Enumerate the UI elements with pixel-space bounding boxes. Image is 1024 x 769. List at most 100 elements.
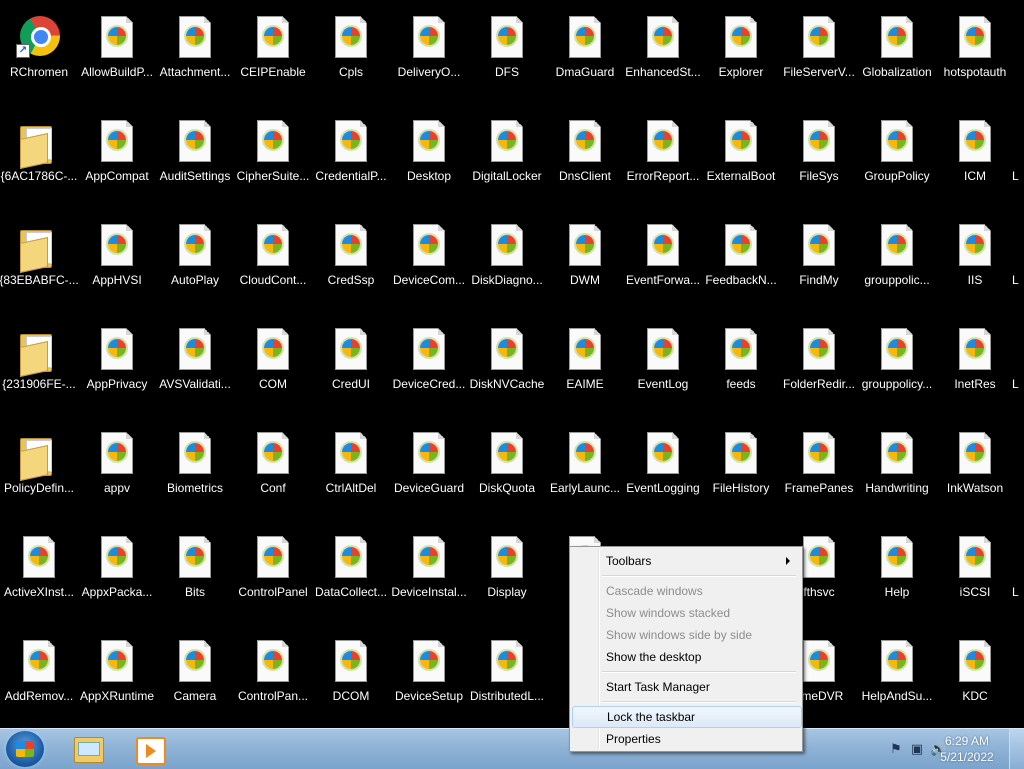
- desktop-icon[interactable]: Display: [468, 526, 546, 630]
- desktop-icon[interactable]: CtrlAltDel: [312, 422, 390, 526]
- desktop-icon[interactable]: grouppolicy...: [858, 318, 936, 422]
- desktop-icon[interactable]: EarlyLaunc...: [546, 422, 624, 526]
- desktop-icon[interactable]: KDC: [936, 630, 1014, 728]
- desktop-icon[interactable]: AllowBuildP...: [78, 6, 156, 110]
- desktop-icon[interactable]: CredUI: [312, 318, 390, 422]
- desktop-icon[interactable]: DigitalLocker: [468, 110, 546, 214]
- desktop-icon[interactable]: ExternalBoot: [702, 110, 780, 214]
- desktop-icon[interactable]: PolicyDefin...: [0, 422, 78, 526]
- desktop-icon[interactable]: AppCompat: [78, 110, 156, 214]
- desktop-icon[interactable]: DistributedL...: [468, 630, 546, 728]
- desktop-icon[interactable]: Attachment...: [156, 6, 234, 110]
- desktop-icon[interactable]: Explorer: [702, 6, 780, 110]
- desktop-icon[interactable]: DiskNVCache: [468, 318, 546, 422]
- desktop-icon[interactable]: iSCSI: [936, 526, 1014, 630]
- desktop-icon[interactable]: DeviceCom...: [390, 214, 468, 318]
- desktop-icon[interactable]: feeds: [702, 318, 780, 422]
- taskbar[interactable]: ⚑ ▣ 🔊 6:29 AM 5/21/2022: [0, 728, 1024, 769]
- menu-item-toolbars[interactable]: Toolbars: [572, 550, 800, 572]
- menu-item-start-task-manager[interactable]: Start Task Manager: [572, 676, 800, 698]
- network-icon[interactable]: ▣: [910, 742, 924, 756]
- desktop-icon[interactable]: EAIME: [546, 318, 624, 422]
- desktop-icon[interactable]: Handwriting: [858, 422, 936, 526]
- desktop-icon[interactable]: appv: [78, 422, 156, 526]
- desktop-icon[interactable]: grouppolic...: [858, 214, 936, 318]
- desktop-icon[interactable]: InetRes: [936, 318, 1014, 422]
- desktop-icon[interactable]: FileServerV...: [780, 6, 858, 110]
- desktop-icon[interactable]: IIS: [936, 214, 1014, 318]
- desktop-icon[interactable]: {231906FE-...: [0, 318, 78, 422]
- desktop-icon[interactable]: L: [1012, 214, 1024, 318]
- desktop-icon[interactable]: Globalization: [858, 6, 936, 110]
- desktop-icon[interactable]: GroupPolicy: [858, 110, 936, 214]
- desktop-icon[interactable]: DiskDiagno...: [468, 214, 546, 318]
- show-desktop-button[interactable]: [1009, 729, 1024, 769]
- desktop-icon[interactable]: FeedbackN...: [702, 214, 780, 318]
- desktop-icon[interactable]: ControlPanel: [234, 526, 312, 630]
- desktop-icon[interactable]: ErrorReport...: [624, 110, 702, 214]
- desktop-icon[interactable]: ControlPan...: [234, 630, 312, 728]
- desktop-icon[interactable]: CloudCont...: [234, 214, 312, 318]
- desktop-icon[interactable]: InkWatson: [936, 422, 1014, 526]
- desktop-icon[interactable]: EventLog: [624, 318, 702, 422]
- desktop-icon[interactable]: DCOM: [312, 630, 390, 728]
- desktop-icon[interactable]: AppXRuntime: [78, 630, 156, 728]
- desktop-icon[interactable]: AppxPacka...: [78, 526, 156, 630]
- desktop-icon[interactable]: DeviceSetup: [390, 630, 468, 728]
- menu-item-show-the-desktop[interactable]: Show the desktop: [572, 646, 800, 668]
- desktop-icon[interactable]: AutoPlay: [156, 214, 234, 318]
- menu-item-properties[interactable]: Properties: [572, 728, 800, 750]
- desktop-icon[interactable]: HelpAndSu...: [858, 630, 936, 728]
- desktop-icon[interactable]: ActiveXInst...: [0, 526, 78, 630]
- desktop-icon[interactable]: {83EBABFC-...: [0, 214, 79, 318]
- desktop[interactable]: ↗ RChromen {6AC1786C-... {83EBABFC-... {2319…: [0, 0, 1024, 728]
- desktop-icon[interactable]: DmaGuard: [546, 6, 624, 110]
- menu-item-lock-the-taskbar[interactable]: Lock the taskbar: [572, 706, 802, 728]
- desktop-icon[interactable]: L: [1012, 110, 1024, 214]
- desktop-icon[interactable]: AVSValidati...: [156, 318, 234, 422]
- desktop-icon[interactable]: DnsClient: [546, 110, 624, 214]
- start-button[interactable]: [6, 731, 44, 767]
- desktop-icon[interactable]: DeviceGuard: [390, 422, 468, 526]
- desktop-icon[interactable]: {6AC1786C-...: [0, 110, 78, 214]
- desktop-icon[interactable]: CEIPEnable: [234, 6, 312, 110]
- desktop-icon[interactable]: Cpls: [312, 6, 390, 110]
- clock[interactable]: 6:29 AM 5/21/2022: [932, 733, 1002, 765]
- desktop-icon[interactable]: L: [1012, 526, 1024, 630]
- desktop-icon[interactable]: DWM: [546, 214, 624, 318]
- desktop-icon[interactable]: Bits: [156, 526, 234, 630]
- desktop-icon[interactable]: ICM: [936, 110, 1014, 214]
- desktop-icon[interactable]: EventForwa...: [624, 214, 702, 318]
- desktop-icon[interactable]: FramePanes: [780, 422, 858, 526]
- desktop-icon[interactable]: hotspotauth: [936, 6, 1014, 110]
- desktop-icon[interactable]: Conf: [234, 422, 312, 526]
- desktop-icon[interactable]: AddRemov...: [0, 630, 78, 728]
- desktop-icon[interactable]: AppPrivacy: [78, 318, 156, 422]
- desktop-icon[interactable]: DeviceInstal...: [390, 526, 468, 630]
- desktop-icon[interactable]: AppHVSI: [78, 214, 156, 318]
- desktop-icon[interactable]: CredentialP...: [312, 110, 390, 214]
- desktop-icon[interactable]: DataCollect...: [312, 526, 390, 630]
- desktop-icon[interactable]: DiskQuota: [468, 422, 546, 526]
- desktop-icon[interactable]: ↗ RChromen: [0, 6, 78, 110]
- desktop-icon[interactable]: DFS: [468, 6, 546, 110]
- desktop-icon[interactable]: COM: [234, 318, 312, 422]
- desktop-icon[interactable]: Camera: [156, 630, 234, 728]
- desktop-icon[interactable]: CredSsp: [312, 214, 390, 318]
- desktop-icon[interactable]: EnhancedSt...: [624, 6, 702, 110]
- desktop-icon[interactable]: FindMy: [780, 214, 858, 318]
- action-center-flag-icon[interactable]: ⚑: [889, 742, 903, 756]
- desktop-icon[interactable]: FolderRedir...: [780, 318, 858, 422]
- desktop-icon[interactable]: FileSys: [780, 110, 858, 214]
- desktop-icon[interactable]: Desktop: [390, 110, 468, 214]
- desktop-icon[interactable]: DeviceCred...: [390, 318, 468, 422]
- desktop-icon[interactable]: EventLogging: [624, 422, 702, 526]
- desktop-icon[interactable]: L: [1012, 318, 1024, 422]
- desktop-icon[interactable]: CipherSuite...: [234, 110, 312, 214]
- desktop-icon[interactable]: DeliveryO...: [390, 6, 468, 110]
- desktop-icon[interactable]: AuditSettings: [156, 110, 234, 214]
- taskbar-media-player-button[interactable]: [128, 733, 172, 765]
- desktop-icon[interactable]: Help: [858, 526, 936, 630]
- desktop-icon[interactable]: Biometrics: [156, 422, 234, 526]
- desktop-icon[interactable]: FileHistory: [702, 422, 780, 526]
